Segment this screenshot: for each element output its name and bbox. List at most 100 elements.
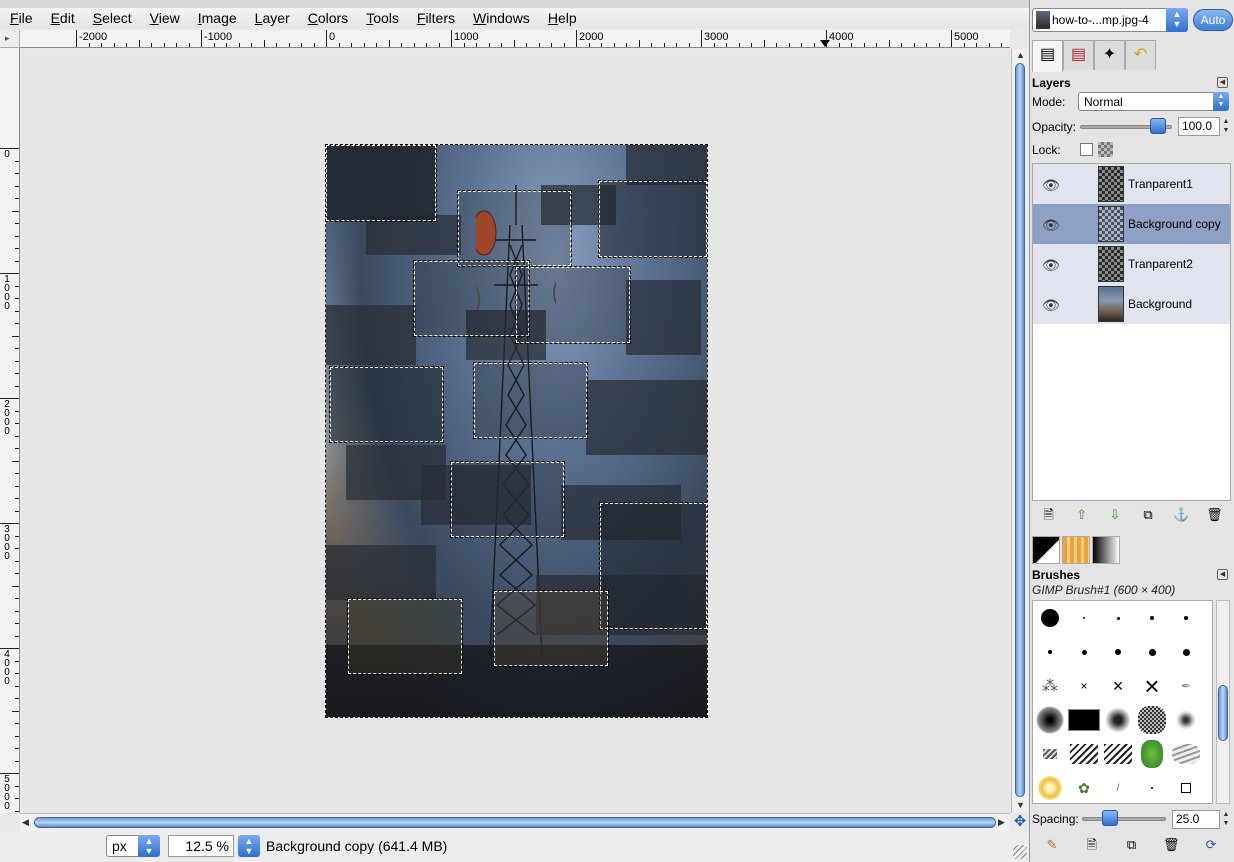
opacity-spin-icon[interactable]: ▲ ▼ bbox=[1221, 117, 1231, 136]
resize-grip-icon[interactable] bbox=[1013, 845, 1027, 859]
tab-channels-icon[interactable]: ▤ bbox=[1063, 40, 1094, 70]
mode-select[interactable]: Normal ▲ ▼ bbox=[1078, 92, 1229, 111]
tab-gradients-icon[interactable] bbox=[1092, 536, 1120, 564]
scroll-right-icon[interactable]: ▶ bbox=[998, 817, 1005, 828]
lock-alpha-icon[interactable] bbox=[1098, 142, 1113, 157]
edit-brush-icon[interactable]: ✎ bbox=[1042, 836, 1062, 854]
menu-edit[interactable]: Edit bbox=[51, 10, 75, 26]
tab-paths-icon[interactable]: ✦ bbox=[1094, 40, 1125, 70]
brush-item[interactable] bbox=[1169, 771, 1203, 805]
menu-image[interactable]: Image bbox=[198, 10, 237, 26]
lower-layer-icon[interactable]: ⇩ bbox=[1105, 506, 1125, 524]
image-canvas[interactable] bbox=[325, 144, 708, 718]
scroll-left-icon[interactable]: ◀ bbox=[22, 817, 29, 828]
brush-item[interactable]: × bbox=[1135, 669, 1169, 703]
brush-item[interactable]: ✿ bbox=[1067, 771, 1101, 805]
anchor-layer-icon[interactable]: ⚓ bbox=[1171, 506, 1191, 524]
canvas-area[interactable] bbox=[21, 49, 1010, 813]
raise-layer-icon[interactable]: ⇧ bbox=[1072, 506, 1092, 524]
new-layer-icon[interactable]: 🗎 bbox=[1039, 506, 1059, 524]
layer-row[interactable]: 👁 Background copy bbox=[1033, 204, 1230, 244]
vertical-scroll-thumb[interactable] bbox=[1015, 63, 1025, 797]
brush-item[interactable] bbox=[1135, 635, 1169, 669]
brush-item[interactable] bbox=[1033, 635, 1067, 669]
brush-item[interactable]: ✒ bbox=[1169, 669, 1203, 703]
scroll-up-icon[interactable]: ▲ bbox=[1016, 50, 1025, 60]
brush-item[interactable] bbox=[1033, 601, 1067, 635]
brushes-panel-menu-icon[interactable]: ◀ bbox=[1217, 569, 1228, 580]
brushes-scrollbar[interactable] bbox=[1216, 600, 1230, 804]
delete-brush-icon[interactable]: 🗑 bbox=[1161, 836, 1181, 854]
mode-select-arrows-icon[interactable]: ▲ ▼ bbox=[1213, 92, 1229, 111]
spacing-slider-knob[interactable] bbox=[1102, 810, 1118, 826]
brush-item[interactable]: × bbox=[1101, 669, 1135, 703]
brush-item[interactable] bbox=[1033, 771, 1067, 805]
zoom-field[interactable]: 12.5 % bbox=[168, 835, 234, 857]
horizontal-scrollbar[interactable]: ◀ ▶ bbox=[20, 813, 1010, 831]
brush-item[interactable] bbox=[1169, 635, 1203, 669]
spacing-slider-track[interactable] bbox=[1082, 817, 1166, 821]
brushes-scroll-thumb[interactable] bbox=[1218, 685, 1228, 741]
unit-select[interactable]: px ▲ ▼ bbox=[106, 835, 160, 857]
menu-select[interactable]: Select bbox=[93, 10, 132, 26]
duplicate-brush-icon[interactable]: ⧉ bbox=[1121, 836, 1141, 854]
brush-item[interactable]: / bbox=[1101, 771, 1135, 805]
refresh-brushes-icon[interactable]: ⟳ bbox=[1201, 836, 1221, 854]
vertical-scrollbar[interactable]: ▲ ▼ bbox=[1011, 49, 1028, 813]
unit-select-arrows-icon[interactable]: ▲ ▼ bbox=[138, 835, 160, 857]
menu-help[interactable]: Help bbox=[548, 10, 577, 26]
brush-item[interactable] bbox=[1169, 703, 1203, 737]
brush-item[interactable] bbox=[1067, 601, 1101, 635]
auto-button[interactable]: Auto bbox=[1193, 9, 1233, 31]
brush-item[interactable] bbox=[1101, 703, 1135, 737]
layer-row[interactable]: 👁 Background bbox=[1033, 284, 1230, 324]
quick-mask-toggle[interactable]: ▸ bbox=[0, 30, 20, 48]
layer-row[interactable]: 👁 Tranparent1 bbox=[1033, 164, 1230, 204]
brush-item[interactable]: × bbox=[1067, 669, 1101, 703]
menu-layer[interactable]: Layer bbox=[255, 10, 290, 26]
menu-view[interactable]: View bbox=[150, 10, 180, 26]
new-brush-icon[interactable]: 🗎 bbox=[1082, 836, 1102, 854]
opacity-slider-knob[interactable] bbox=[1150, 118, 1166, 134]
brush-item[interactable] bbox=[1067, 635, 1101, 669]
brush-item[interactable] bbox=[1135, 601, 1169, 635]
visibility-eye-icon[interactable]: 👁 bbox=[1042, 217, 1060, 234]
menu-file[interactable]: File bbox=[10, 10, 33, 26]
tab-undo-icon[interactable]: ↶ bbox=[1125, 40, 1156, 70]
brush-item[interactable]: ⁂ bbox=[1033, 669, 1067, 703]
opacity-field[interactable]: 100.0 bbox=[1178, 117, 1220, 136]
brush-item[interactable] bbox=[1101, 737, 1135, 771]
image-selector[interactable]: how-to-...mp.jpg-4 ▲ ▼ bbox=[1032, 8, 1188, 32]
brush-item[interactable] bbox=[1101, 601, 1135, 635]
brush-item[interactable] bbox=[1135, 771, 1169, 805]
horizontal-scroll-thumb[interactable] bbox=[34, 817, 996, 828]
zoom-select-arrows-icon[interactable]: ▲ ▼ bbox=[238, 835, 260, 857]
delete-layer-icon[interactable]: 🗑 bbox=[1204, 506, 1224, 524]
tab-layers-icon[interactable]: ▤ bbox=[1032, 40, 1063, 72]
lock-pixels-checkbox[interactable] bbox=[1080, 143, 1093, 156]
visibility-eye-icon[interactable]: 👁 bbox=[1042, 257, 1060, 274]
scroll-down-icon[interactable]: ▼ bbox=[1016, 800, 1025, 810]
tab-fg-bg-icon[interactable] bbox=[1032, 536, 1060, 564]
horizontal-ruler[interactable]: -2000 -1000 0 1000 2000 3000 4000 5000 bbox=[20, 30, 1010, 48]
menu-colors[interactable]: Colors bbox=[308, 10, 348, 26]
brush-item[interactable] bbox=[1135, 703, 1169, 737]
menu-windows[interactable]: Windows bbox=[473, 10, 530, 26]
brush-item[interactable] bbox=[1033, 737, 1067, 771]
vertical-ruler[interactable]: 0 1 0 0 0 2 0 0 0 3 0 0 0 4 0 0 0 5 0 0 0 bbox=[0, 48, 20, 813]
visibility-eye-icon[interactable]: 👁 bbox=[1042, 177, 1060, 194]
tab-patterns-icon[interactable] bbox=[1062, 536, 1090, 564]
spacing-field[interactable]: 25.0 bbox=[1172, 810, 1220, 829]
brush-item[interactable] bbox=[1101, 635, 1135, 669]
brush-item[interactable] bbox=[1033, 703, 1067, 737]
spacing-spin-icon[interactable]: ▲ ▼ bbox=[1221, 810, 1231, 829]
layer-row[interactable]: 👁 Tranparent2 bbox=[1033, 244, 1230, 284]
menu-filters[interactable]: Filters bbox=[417, 10, 455, 26]
panel-menu-icon[interactable]: ◀ bbox=[1217, 77, 1228, 88]
brush-item[interactable] bbox=[1169, 737, 1203, 771]
brush-item[interactable] bbox=[1135, 737, 1169, 771]
image-selector-arrows-icon[interactable]: ▲ ▼ bbox=[1166, 8, 1188, 32]
menu-tools[interactable]: Tools bbox=[366, 10, 399, 26]
duplicate-layer-icon[interactable]: ⧉ bbox=[1138, 506, 1158, 524]
visibility-eye-icon[interactable]: 👁 bbox=[1042, 297, 1060, 314]
